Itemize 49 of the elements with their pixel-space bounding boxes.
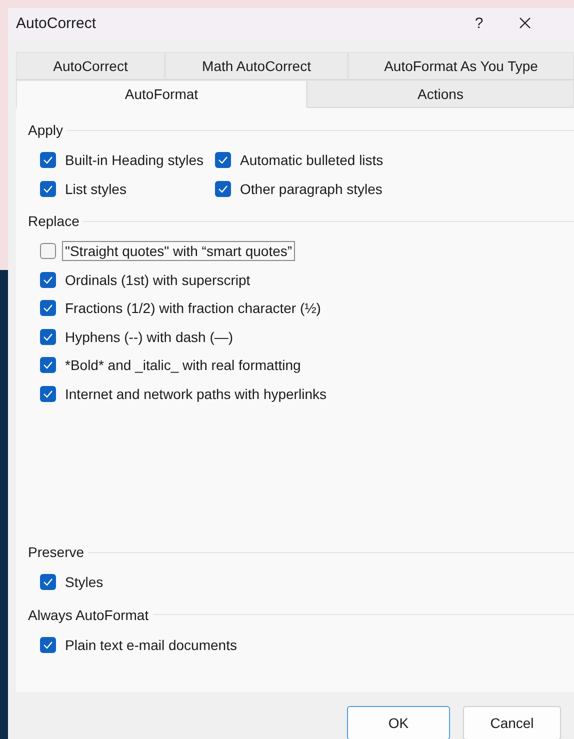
help-button[interactable]: ? [456,8,502,38]
checkbox-label[interactable]: "Straight quotes" with “smart quotes” [62,241,296,262]
checkbox[interactable] [40,328,56,345]
check-icon [43,276,53,284]
tab[interactable]: Math AutoCorrect [165,52,348,80]
section-title: Always AutoFormat [28,606,149,622]
checkbox[interactable] [215,152,231,168]
tab[interactable]: AutoFormat [16,80,307,108]
close-icon [519,17,531,29]
checkbox[interactable] [40,357,56,374]
checkbox[interactable] [40,152,56,168]
checkbox-label[interactable]: Hyphens (--) with dash (—) [62,326,236,347]
dialog-button[interactable]: Cancel [463,706,561,739]
checkbox-label[interactable]: Internet and network paths with hyperlinks [62,384,330,404]
check-icon [43,578,53,586]
checkbox[interactable] [40,386,56,402]
checkbox-label[interactable]: List styles [62,178,130,199]
window-title: AutoCorrect [16,14,98,32]
check-icon [218,184,228,193]
checkbox[interactable] [40,243,56,260]
checkbox-label[interactable]: Fractions (1/2) with fraction character (½) [62,298,324,318]
checkbox-label[interactable]: Ordinals (1st) with superscript [62,270,254,290]
checkbox[interactable] [40,636,56,653]
section-title: Preserve [28,544,84,560]
check-icon [43,332,53,341]
check-icon [43,640,53,649]
tab[interactable]: AutoFormat As You Type [348,52,574,80]
dialog-button[interactable]: OK [347,706,450,739]
section-title: Apply [28,122,64,138]
check-icon [43,156,53,164]
check-icon [43,304,53,312]
checkbox[interactable] [40,300,56,316]
checkbox[interactable] [40,574,56,590]
checkbox[interactable] [40,180,56,197]
checkbox-label[interactable]: Other paragraph styles [237,178,386,199]
section-title: Replace [28,213,80,229]
tab[interactable]: AutoCorrect [16,52,165,80]
checkbox-label[interactable]: Automatic bulleted lists [237,150,386,170]
checkbox[interactable] [40,272,56,288]
tab[interactable]: Actions [307,80,574,108]
check-icon [218,156,228,164]
checkbox-label[interactable]: Plain text e-mail documents [62,634,240,655]
check-icon [43,184,53,193]
check-icon [43,390,53,398]
check-icon [43,361,53,370]
checkbox[interactable] [215,180,231,197]
checkbox-label[interactable]: Styles [62,572,106,592]
checkbox-label[interactable]: *Bold* and _italic_ with real formatting [62,355,304,376]
checkbox-label[interactable]: Built-in Heading styles [62,150,207,170]
